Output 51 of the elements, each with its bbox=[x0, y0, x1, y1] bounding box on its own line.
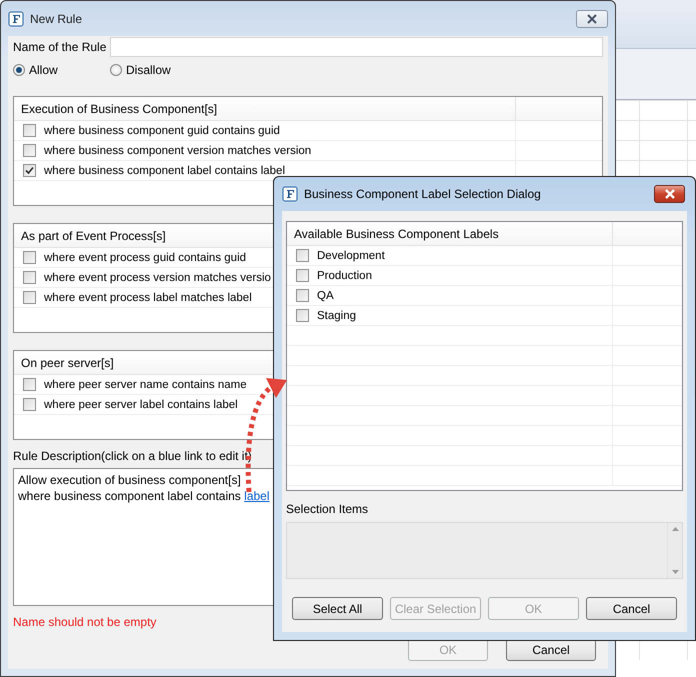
checkbox[interactable] bbox=[23, 164, 36, 177]
checkbox[interactable] bbox=[23, 291, 36, 304]
label-text: Staging bbox=[317, 310, 356, 322]
label-text: QA bbox=[317, 290, 334, 302]
scroll-down-icon[interactable] bbox=[672, 570, 678, 574]
label-text: Development bbox=[317, 250, 385, 262]
checkbox[interactable] bbox=[23, 378, 36, 391]
radio-option[interactable]: Disallow bbox=[110, 63, 207, 77]
description-text: Allow execution of business component[s] bbox=[18, 473, 241, 487]
column-header: Available Business Component Labels bbox=[294, 226, 499, 240]
field-label: Name of the Rule bbox=[13, 40, 106, 54]
app-icon bbox=[282, 186, 298, 202]
condition-text: where peer server label contains label bbox=[44, 398, 238, 410]
window-title: Business Component Label Selection Dialog bbox=[304, 187, 541, 201]
checkbox[interactable] bbox=[296, 309, 309, 322]
checkbox[interactable] bbox=[23, 124, 36, 137]
column-header: Execution of Business Component[s] bbox=[21, 102, 218, 116]
error-message: Name should not be empty bbox=[13, 615, 158, 629]
close-button[interactable] bbox=[654, 185, 685, 203]
dialog-button[interactable]: Cancel bbox=[506, 639, 596, 661]
description-text: where business component label contains bbox=[18, 489, 241, 503]
column-header: As part of Event Process[s] bbox=[21, 228, 166, 242]
checkbox[interactable] bbox=[296, 269, 309, 282]
radio-option[interactable]: Allow bbox=[13, 63, 110, 77]
checkbox[interactable] bbox=[23, 398, 36, 411]
close-icon bbox=[664, 189, 676, 199]
condition-text: where event process version matches versio bbox=[44, 272, 271, 284]
close-icon bbox=[586, 14, 598, 24]
label-text: Production bbox=[317, 270, 372, 282]
checkbox[interactable] bbox=[23, 271, 36, 284]
condition-text: where peer server name contains name bbox=[44, 378, 247, 390]
scroll-up-icon[interactable] bbox=[672, 527, 678, 531]
column-header: On peer server[s] bbox=[21, 356, 114, 370]
app-icon bbox=[8, 10, 24, 26]
condition-text: where business component version matches version bbox=[44, 144, 312, 156]
checkbox[interactable] bbox=[296, 289, 309, 302]
dialog-button[interactable]: Select All bbox=[292, 597, 383, 620]
condition-text: where business component guid contains guid bbox=[44, 124, 280, 136]
condition-text: where event process guid contains guid bbox=[44, 252, 246, 264]
scrollbar[interactable] bbox=[667, 523, 682, 578]
checkbox[interactable] bbox=[296, 249, 309, 262]
window-title: New Rule bbox=[30, 12, 82, 26]
edit-link[interactable]: label bbox=[244, 489, 270, 503]
dialog-button[interactable]: Cancel bbox=[586, 597, 677, 620]
condition-text: where business component label contains label bbox=[44, 164, 286, 176]
close-button[interactable] bbox=[576, 10, 608, 28]
checkbox[interactable] bbox=[23, 144, 36, 157]
name-field[interactable] bbox=[110, 37, 603, 57]
section-label: Selection Items bbox=[286, 502, 370, 516]
checkbox[interactable] bbox=[23, 251, 36, 264]
condition-text: where event process label matches label bbox=[44, 292, 252, 304]
